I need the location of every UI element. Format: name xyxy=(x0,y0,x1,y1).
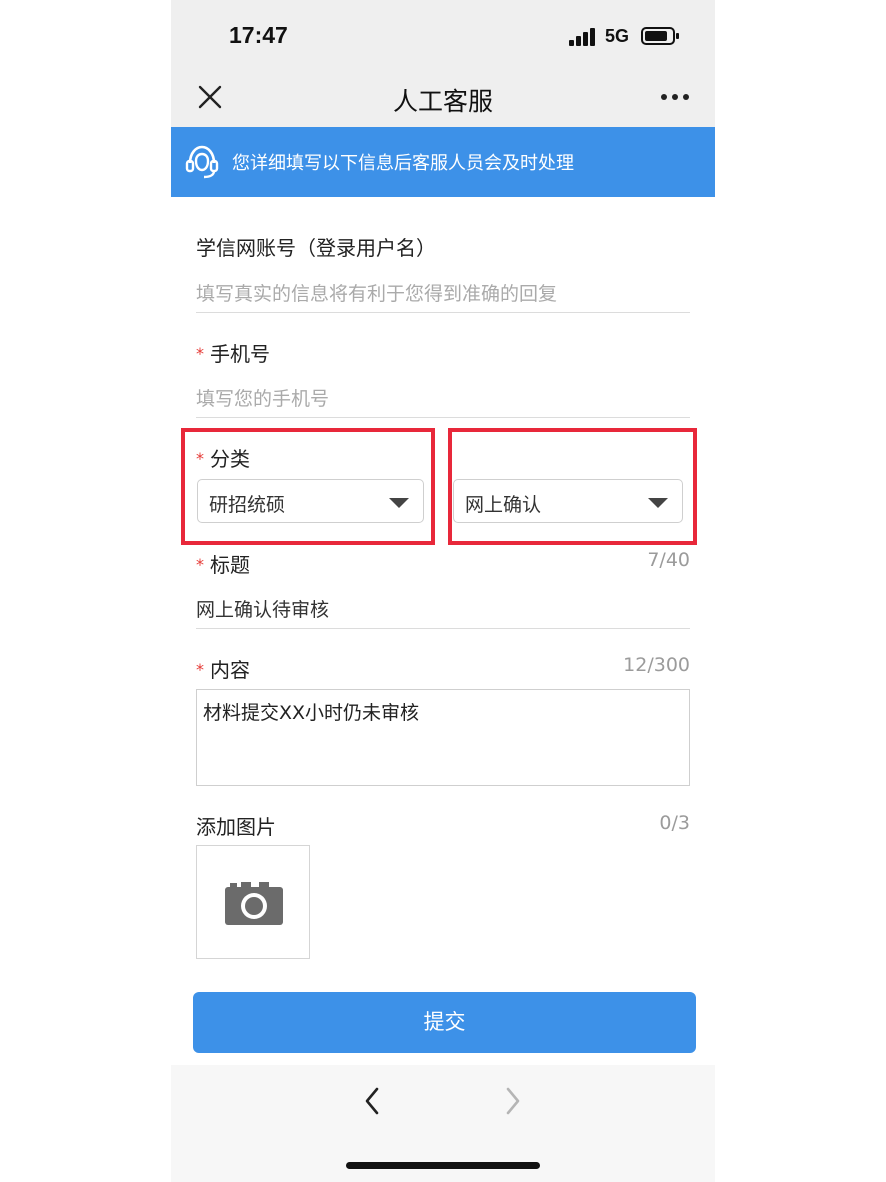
title-label: * 标题 xyxy=(196,549,250,578)
forward-arrow-icon[interactable] xyxy=(505,1087,521,1115)
required-mark: * xyxy=(196,344,204,363)
status-bar: 17:47 5G xyxy=(171,0,715,70)
browser-toolbar xyxy=(171,1065,715,1182)
images-counter: 0/3 xyxy=(659,812,690,834)
required-mark: * xyxy=(196,660,204,679)
content-counter: 12/300 xyxy=(623,654,690,676)
highlight-box-secondary xyxy=(448,428,697,545)
title-counter: 7/40 xyxy=(647,549,690,571)
page-title: 人工客服 xyxy=(392,87,493,116)
signal-icon xyxy=(569,28,597,46)
phone-input[interactable]: 填写您的手机号 xyxy=(196,384,329,411)
content-label-text: 内容 xyxy=(210,658,250,682)
nav-bar: 人工客服 xyxy=(171,70,715,127)
more-icon[interactable] xyxy=(661,94,691,102)
account-label: 学信网账号（登录用户名） xyxy=(196,236,436,260)
info-banner: 您详细填写以下信息后客服人员会及时处理 xyxy=(171,127,715,197)
banner-text: 您详细填写以下信息后客服人员会及时处理 xyxy=(232,153,574,174)
content-text: 材料提交XX小时仍未审核 xyxy=(203,702,420,724)
content-textarea[interactable]: 材料提交XX小时仍未审核 xyxy=(196,689,690,786)
phone-label: * 手机号 xyxy=(196,338,270,367)
add-image-button[interactable] xyxy=(196,845,310,959)
customer-service-headset-icon xyxy=(185,145,219,179)
camera-icon xyxy=(225,882,283,925)
back-arrow-icon[interactable] xyxy=(364,1087,380,1115)
status-time: 17:47 xyxy=(229,22,288,48)
images-label: 添加图片 xyxy=(196,815,276,839)
required-mark: * xyxy=(196,555,204,574)
network-label: 5G xyxy=(605,26,630,46)
battery-icon xyxy=(641,27,679,45)
title-label-text: 标题 xyxy=(210,553,250,577)
submit-button[interactable]: 提交 xyxy=(193,992,696,1053)
account-input[interactable]: 填写真实的信息将有利于您得到准确的回复 xyxy=(196,279,557,306)
title-input[interactable]: 网上确认待审核 xyxy=(196,595,329,622)
divider xyxy=(196,417,690,418)
divider xyxy=(196,628,690,629)
home-indicator xyxy=(346,1162,540,1169)
highlight-box-primary xyxy=(181,428,435,545)
phone-screen: 17:47 5G 人工客服 您详细填写以下信息后客服人员会及时处理 学信网账号（… xyxy=(171,0,715,1182)
phone-label-text: 手机号 xyxy=(210,342,270,366)
content-label: * 内容 xyxy=(196,654,250,683)
divider xyxy=(196,312,690,313)
